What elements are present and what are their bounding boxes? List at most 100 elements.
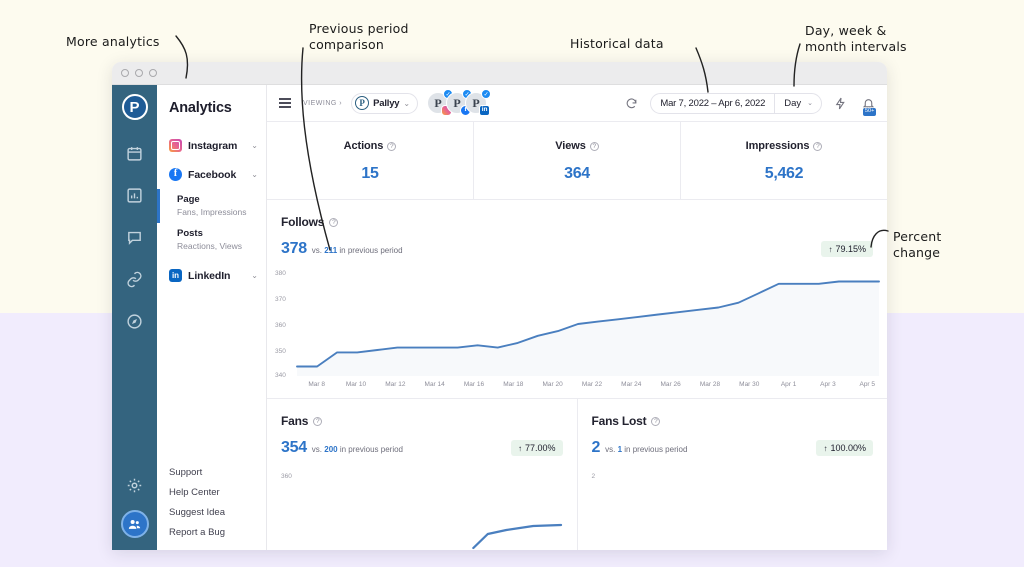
messages-icon[interactable] xyxy=(120,222,150,252)
account-logo-icon: P xyxy=(355,96,370,110)
chevron-down-icon[interactable]: ⌄ xyxy=(251,170,258,179)
footer-link-suggest-idea[interactable]: Suggest Idea xyxy=(169,507,266,518)
gear-icon[interactable] xyxy=(120,470,150,500)
compare-prefix: vs. xyxy=(311,246,323,255)
sidebar-subitem-posts[interactable]: Posts Reactions, Views xyxy=(157,223,266,257)
fans-lost-percent-change-badge: ↑ 100.00% xyxy=(816,440,873,456)
interval-select[interactable]: Day xyxy=(775,94,807,113)
compare-value: 200 xyxy=(324,445,338,454)
y-axis-tick: 370 xyxy=(275,296,286,303)
refresh-icon[interactable] xyxy=(622,94,641,113)
compare-suffix: in previous period xyxy=(624,445,688,454)
compare-value: 1 xyxy=(617,445,623,454)
sidebar-item-label: LinkedIn xyxy=(188,269,231,282)
sidebar-item-linkedin[interactable]: in LinkedIn ⌄ xyxy=(157,261,266,290)
x-axis-tick: Mar 22 xyxy=(581,381,603,388)
window-minimize-button[interactable] xyxy=(135,69,143,77)
y-axis-tick: 380 xyxy=(275,270,286,277)
top-toolbar: VIEWING › P Pallyy ⌄ P ✓ P f ✓ xyxy=(267,85,887,122)
kpi-row: Actions ? 15 Views ? 364 Impressions ? 5… xyxy=(267,122,887,200)
help-icon[interactable]: ? xyxy=(313,416,323,426)
fans-line-chart xyxy=(267,504,577,550)
avatar-linkedin[interactable]: P in ✓ xyxy=(465,89,492,116)
sidebar-subitem-page[interactable]: Page Fans, Impressions xyxy=(157,189,266,223)
follows-value: 378 xyxy=(281,240,307,257)
fans-lost-value: 2 xyxy=(591,439,601,456)
compare-suffix: in previous period xyxy=(339,246,403,255)
follows-header: Follows ? 378 vs. 211 in previous period… xyxy=(267,213,887,258)
sidebar-subitem-subtitle: Fans, Impressions xyxy=(177,207,247,217)
pallyy-logo-icon[interactable]: P xyxy=(121,94,148,120)
x-axis-tick: Mar 24 xyxy=(621,381,642,388)
follows-percent-change-badge: ↑ 79.15% xyxy=(821,241,873,257)
follows-line-chart-svg xyxy=(267,268,887,376)
bolt-icon[interactable] xyxy=(831,94,850,113)
annotation-previous-period-comparison: Previous period comparison xyxy=(309,21,409,53)
fans-lost-y-axis-tick: 2 xyxy=(591,473,596,480)
analytics-icon[interactable] xyxy=(120,180,150,210)
x-axis-tick: Mar 20 xyxy=(542,381,563,388)
bell-icon[interactable]: 50+ xyxy=(859,94,878,116)
sidebar-item-facebook[interactable]: f Facebook ⌄ xyxy=(157,160,266,189)
footer-link-help-center[interactable]: Help Center xyxy=(169,487,266,498)
x-axis-tick: Apr 1 xyxy=(780,381,797,388)
x-axis-tick: Mar 8 xyxy=(308,381,325,388)
kpi-label-text: Actions xyxy=(343,140,384,152)
kpi-value: 364 xyxy=(564,165,590,182)
global-nav-rail: P xyxy=(112,85,157,550)
sidebar-subitem-title: Page xyxy=(177,194,200,205)
x-axis-tick: Mar 10 xyxy=(345,381,367,388)
window-close-button[interactable] xyxy=(121,69,129,77)
discover-icon[interactable] xyxy=(120,306,150,336)
y-axis-tick: 340 xyxy=(275,372,286,379)
help-icon[interactable]: ? xyxy=(387,141,397,151)
chevron-down-icon[interactable]: ⌄ xyxy=(807,99,821,107)
help-icon[interactable]: ? xyxy=(813,141,823,151)
fans-value: 354 xyxy=(281,439,307,456)
fans-lost-panel: Fans Lost ? 2 vs. 1 in previous period ↑… xyxy=(578,399,888,550)
footer-link-support[interactable]: Support xyxy=(169,467,266,478)
rail-bottom-group xyxy=(120,470,150,550)
arrow-up-icon: ↑ xyxy=(828,244,833,254)
follows-title-text: Follows xyxy=(281,215,325,229)
sidebar-item-label: Facebook xyxy=(188,168,237,181)
percent-change-value: 77.00% xyxy=(524,443,556,453)
follows-chart: 380 370 360 350 340 Mar 8 Mar 10 Mar 12 Mar… xyxy=(267,268,887,398)
x-axis-tick: Apr 3 xyxy=(820,381,836,388)
fans-stat-group: 354 vs. 200 in previous period xyxy=(281,439,403,457)
account-selector[interactable]: P Pallyy ⌄ xyxy=(351,92,419,114)
fans-title: Fans ? xyxy=(281,414,323,428)
chevron-down-icon[interactable]: ⌄ xyxy=(403,99,410,108)
chevron-down-icon[interactable]: ⌄ xyxy=(251,271,258,280)
y-axis-tick: 360 xyxy=(275,322,286,329)
team-avatar-icon[interactable] xyxy=(120,510,149,538)
bottom-panels: Fans ? 354 vs. 200 in previous period ↑ … xyxy=(267,399,887,550)
link-icon[interactable] xyxy=(120,264,150,294)
x-axis-tick: Mar 28 xyxy=(699,381,721,388)
follows-title: Follows ? xyxy=(281,215,339,229)
linkedin-icon: in xyxy=(169,269,182,282)
fans-panel: Fans ? 354 vs. 200 in previous period ↑ … xyxy=(267,399,578,550)
compare-value: 211 xyxy=(324,246,338,255)
window-maximize-button[interactable] xyxy=(149,69,157,77)
follows-panel: Follows ? 378 vs. 211 in previous period… xyxy=(267,200,887,399)
footer-link-report-a-bug[interactable]: Report a Bug xyxy=(169,527,266,538)
fans-percent-change-badge: ↑ 77.00% xyxy=(510,440,563,456)
hamburger-icon[interactable] xyxy=(276,95,294,110)
percent-change-value: 100.00% xyxy=(830,443,866,453)
chevron-down-icon[interactable]: ⌄ xyxy=(251,141,258,150)
help-icon[interactable]: ? xyxy=(651,416,661,426)
account-name: Pallyy xyxy=(373,97,400,109)
connected-accounts: P ✓ P f ✓ P in ✓ xyxy=(427,89,492,116)
sidebar-item-instagram[interactable]: Instagram ⌄ xyxy=(157,131,266,160)
x-axis-tick: Mar 14 xyxy=(424,381,445,388)
kpi-card-views: Views ? 364 xyxy=(474,122,681,199)
y-axis-tick: 350 xyxy=(275,348,286,355)
help-icon[interactable]: ? xyxy=(329,217,339,227)
help-icon[interactable]: ? xyxy=(589,141,599,151)
date-range-picker[interactable]: Mar 7, 2022 – Apr 6, 2022 xyxy=(651,94,774,113)
percent-change-value: 79.15% xyxy=(835,244,866,254)
kpi-label-text: Views xyxy=(555,140,586,152)
calendar-icon[interactable] xyxy=(120,138,150,168)
